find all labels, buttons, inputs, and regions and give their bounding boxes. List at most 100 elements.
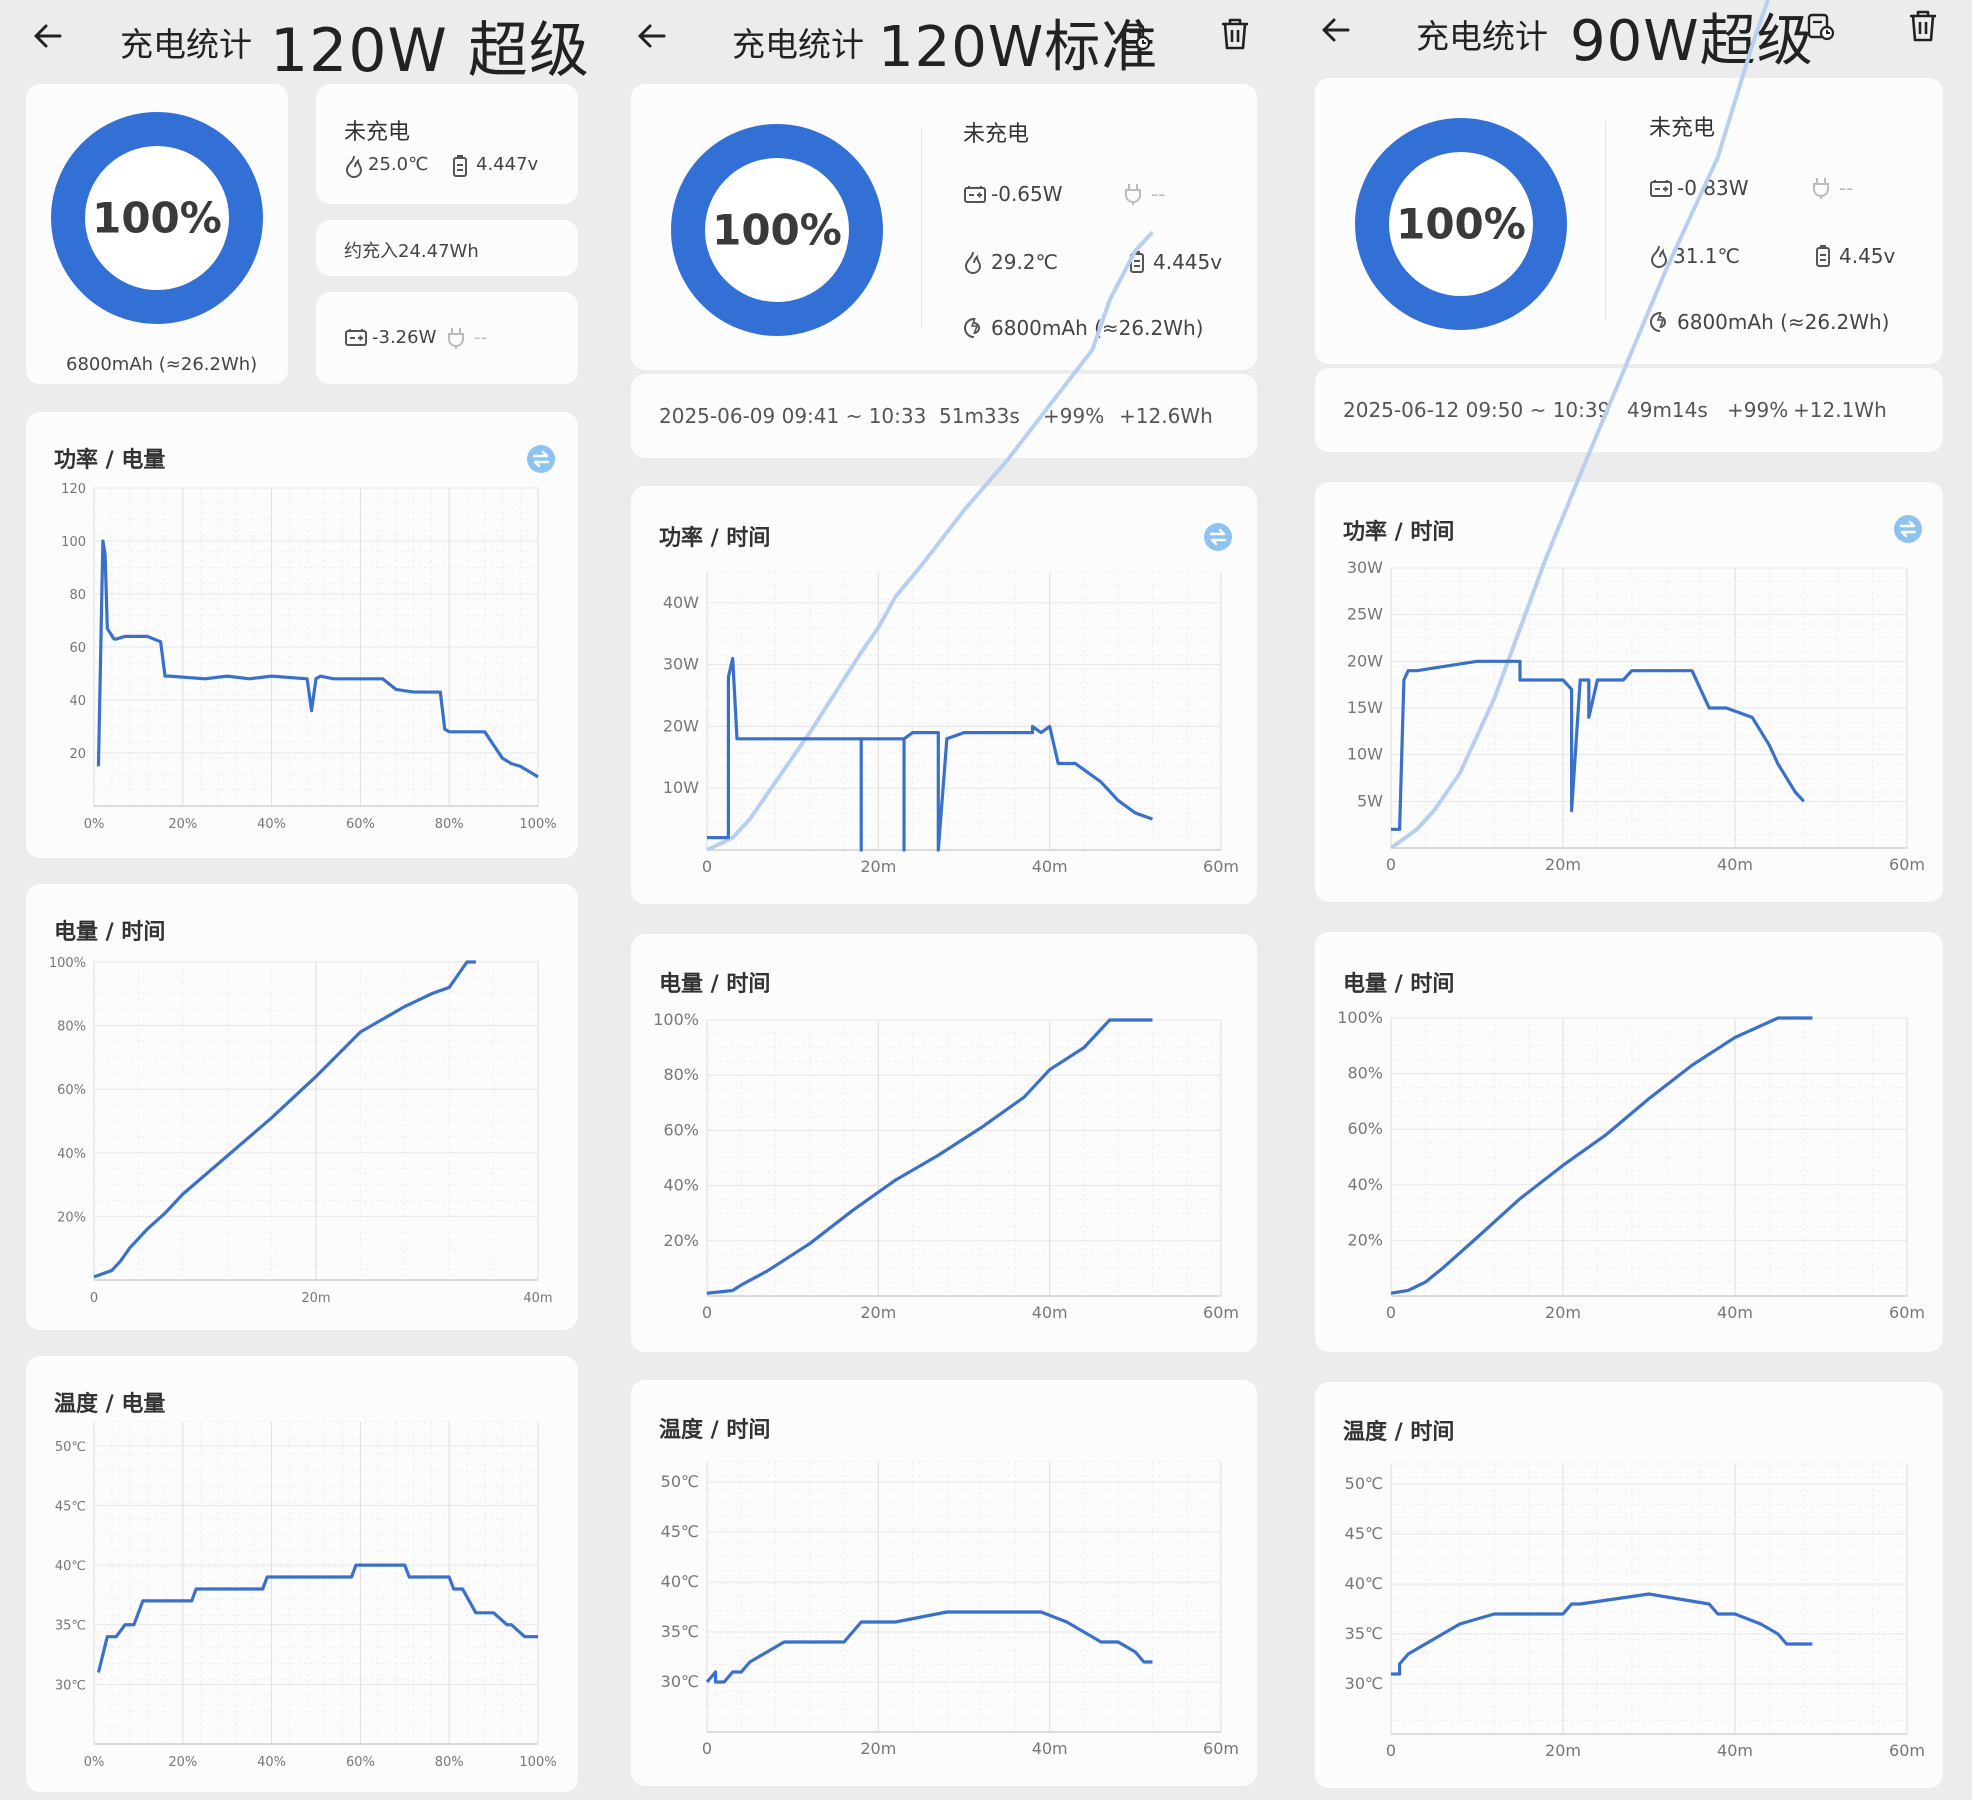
y-tick-label: 30℃: [55, 1678, 86, 1693]
x-tick-label: 40%: [257, 1755, 286, 1770]
edit-note-icon[interactable]: [1806, 12, 1836, 42]
session-duration: 49m14s: [1627, 398, 1708, 422]
delete-icon[interactable]: [1906, 8, 1940, 44]
data-series-line: [705, 1610, 1153, 1684]
battery-percent-ring: 100%: [51, 112, 263, 324]
battery-card: 100% 未充电 -0.65W -- 29.2℃ 4.445v 6800mAh …: [631, 84, 1257, 370]
power-vs-time-chart: 0 20m 40m 60m 10W 20W 30W 40W: [663, 230, 1239, 876]
y-tick-label: 100: [61, 535, 86, 550]
y-tick-label: 40℃: [55, 1559, 86, 1574]
voltage-value: 4.45v: [1839, 244, 1896, 268]
edit-note-icon[interactable]: [1122, 22, 1152, 52]
session-range: 2025-06-12 09:50 ~ 10:39: [1343, 398, 1611, 422]
y-tick-label: 20%: [57, 1210, 86, 1225]
page-title: 充电统计: [732, 25, 864, 64]
y-tick-label: 30W: [1347, 558, 1383, 577]
session-delta-wh: +12.6Wh: [1119, 404, 1213, 428]
x-tick-label: 60m: [1889, 1741, 1925, 1760]
plug-value: --: [474, 327, 487, 348]
data-series-line: [96, 1563, 538, 1673]
y-tick-label: 40: [69, 694, 86, 709]
battery-percent-ring: 100%: [671, 124, 883, 336]
temp-vs-time-chart: 0 20m 40m 60m 30℃ 35℃ 40℃ 45℃ 50℃: [661, 1461, 1239, 1758]
y-tick-label: 40%: [1347, 1175, 1383, 1194]
y-tick-label: 120: [61, 482, 86, 497]
x-tick-label: 20m: [1545, 1303, 1581, 1322]
capacity-icon: [964, 317, 980, 338]
temperature-icon: [345, 155, 363, 178]
power-card: -3.26W --: [316, 292, 578, 384]
y-tick-label: 60%: [57, 1083, 86, 1098]
charge-vs-time-chart: 0 20m 40m 20% 40% 60% 80% 100%: [49, 956, 553, 1306]
y-tick-label: 40%: [57, 1147, 86, 1162]
divider: [1605, 122, 1606, 322]
plug-icon: [1813, 178, 1829, 199]
back-arrow-icon[interactable]: [30, 18, 66, 54]
y-tick-label: 20W: [663, 716, 699, 735]
x-tick-label: 40%: [257, 817, 286, 832]
x-tick-label: 20m: [301, 1291, 330, 1306]
x-tick-label: 20m: [860, 1739, 896, 1758]
x-tick-label: 80%: [435, 1755, 464, 1770]
y-tick-label: 25W: [1347, 605, 1383, 624]
y-tick-label: 35℃: [661, 1622, 699, 1641]
y-tick-label: 80%: [57, 1020, 86, 1035]
x-tick-label: 40m: [1717, 1303, 1753, 1322]
capacity-text: 6800mAh (≈26.2Wh): [1677, 310, 1890, 334]
voltage-value: 4.447v: [476, 154, 539, 175]
charge-status: 未充电: [344, 120, 411, 145]
charge-status: 未充电: [963, 122, 1030, 147]
temperature-icon: [1650, 245, 1668, 268]
y-tick-label: 20%: [663, 1231, 699, 1250]
power-value: -0.65W: [991, 182, 1063, 206]
power-vs-charge-chart: 0% 20% 40% 60% 80% 100% 20 40 60 80 100 120: [61, 482, 556, 832]
y-tick-label: 30℃: [661, 1672, 699, 1691]
x-tick-label: 100%: [519, 1755, 556, 1770]
y-tick-label: 10W: [1347, 745, 1383, 764]
energy-card: 约充入24.47Wh: [316, 220, 578, 276]
y-tick-label: 20: [69, 747, 86, 762]
divider: [921, 128, 922, 328]
panel-120w-standard: 充电统计 120W标准 100% 未充电 -0.65W -- 29.2℃ 4.4…: [604, 0, 1284, 1800]
x-tick-label: 20%: [168, 817, 197, 832]
y-tick-label: 40℃: [661, 1572, 699, 1591]
top-bar: 充电统计 90W超级: [1288, 0, 1972, 80]
energy-in-text: 约充入24.47Wh: [344, 241, 479, 262]
session-card[interactable]: 2025-06-12 09:50 ~ 10:39 49m14s +99% +12…: [1315, 368, 1943, 452]
chart-card-2: 电量 / 时间 0 20m 40m 60m 20% 40% 60% 80% 100%: [631, 934, 1257, 1352]
data-series-line: [707, 656, 1154, 852]
battery-icon: [453, 155, 467, 177]
y-tick-label: 30W: [663, 655, 699, 674]
capacity-text: 6800mAh (≈26.2Wh): [66, 354, 258, 375]
y-tick-label: 20%: [1347, 1230, 1383, 1249]
x-tick-label: 0: [1386, 1303, 1396, 1322]
plug-value: --: [1151, 182, 1166, 206]
x-tick-label: 40m: [1032, 1739, 1068, 1758]
power-value: -3.26W: [372, 327, 437, 348]
plug-value: --: [1839, 176, 1854, 200]
x-tick-label: 40m: [1717, 1741, 1753, 1760]
session-delta-percent: +99%: [1727, 398, 1789, 422]
delete-icon[interactable]: [1218, 16, 1252, 52]
x-tick-label: 60m: [1203, 857, 1239, 876]
y-tick-label: 35℃: [1345, 1624, 1383, 1643]
x-tick-label: 0%: [84, 817, 105, 832]
session-card[interactable]: 2025-06-09 09:41 ~ 10:33 51m33s +99% +12…: [631, 374, 1257, 458]
y-tick-label: 40%: [663, 1176, 699, 1195]
y-tick-label: 45℃: [661, 1522, 699, 1541]
plug-icon: [1125, 184, 1141, 205]
x-tick-label: 60m: [1203, 1739, 1239, 1758]
back-arrow-icon[interactable]: [634, 18, 670, 54]
x-tick-label: 20m: [1545, 855, 1581, 874]
power-value: -0.83W: [1677, 176, 1749, 200]
back-arrow-icon[interactable]: [1318, 12, 1354, 48]
temperature-icon: [964, 251, 982, 274]
charger-label: 120W标准: [878, 15, 1159, 80]
y-tick-label: 20W: [1347, 651, 1383, 670]
x-tick-label: 40m: [523, 1291, 552, 1306]
battery-percent: 100%: [92, 193, 222, 243]
y-tick-label: 10W: [663, 778, 699, 797]
status-card: 未充电 25.0℃ 4.447v: [316, 84, 578, 204]
x-tick-label: 0: [702, 1739, 712, 1758]
battery-power-icon: [964, 186, 986, 203]
